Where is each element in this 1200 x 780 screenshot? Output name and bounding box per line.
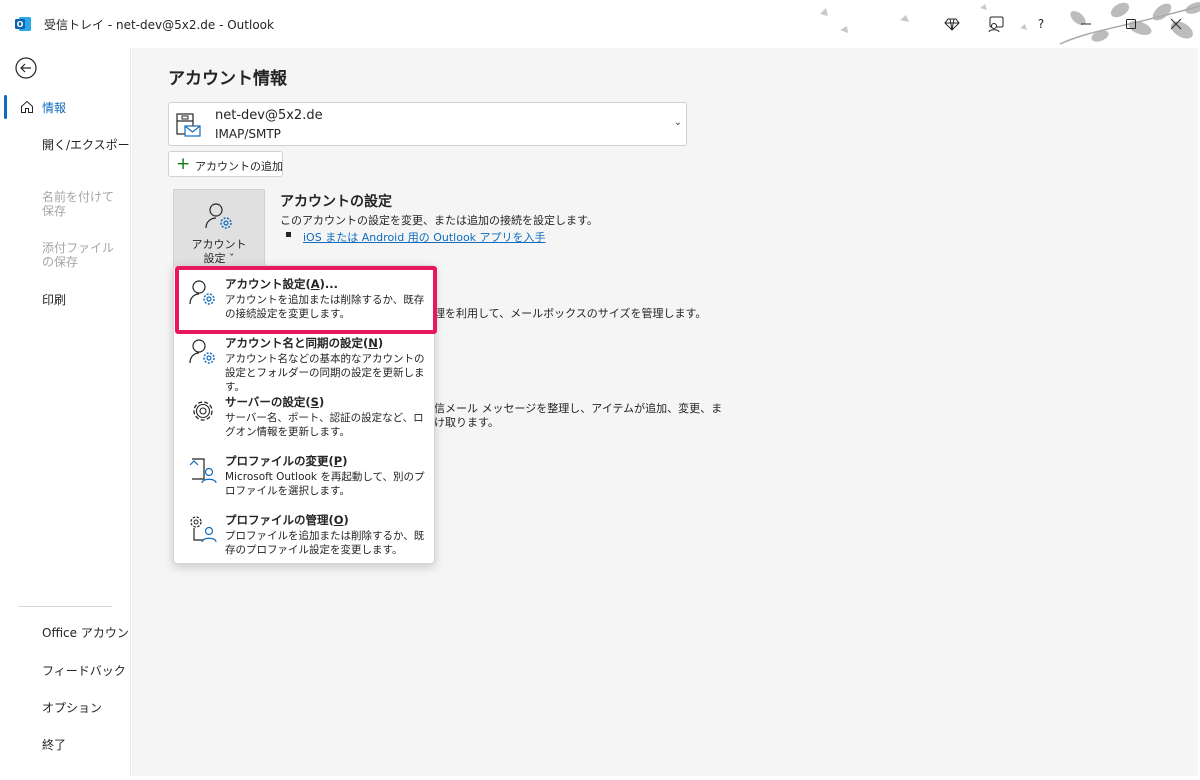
sidebar-item-info[interactable]: 情報 <box>0 89 131 125</box>
svg-text:O: O <box>17 20 24 29</box>
sidebar-item-save-as[interactable]: 名前を付けて保存 <box>0 186 131 222</box>
section-description: このアカウントの設定を変更、または追加の接続を設定します。 <box>280 214 598 227</box>
chevron-down-icon: ⌄ <box>673 117 682 128</box>
page-title: アカウント情報 <box>168 69 287 89</box>
account-settings-label-line1: アカウント <box>191 238 247 251</box>
sidebar-item-label: オプション <box>42 700 103 715</box>
menu-item-description: アカウント名などの基本的なアカウントの設定とフォルダーの同期の設定を更新します。 <box>225 353 425 393</box>
sidebar-item-label: 印刷 <box>42 292 67 307</box>
back-arrow-icon[interactable] <box>14 56 38 80</box>
change-profile-icon <box>189 458 217 484</box>
sidebar-item-feedback[interactable]: フィードバック <box>0 652 131 688</box>
sidebar-item-label: Office アカウント <box>42 625 141 640</box>
plus-icon: + <box>176 154 191 174</box>
menu-item-description: Microsoft Outlook を再起動して、別のプロファイルを選択します。 <box>225 471 425 497</box>
sidebar-item-label: 情報 <box>42 100 67 115</box>
highlight-box <box>175 266 437 334</box>
menu-item-description: プロファイルを追加または削除するか、既存のプロファイル設定を変更します。 <box>225 530 425 556</box>
mail-account-icon <box>176 113 201 137</box>
sidebar-item-open-export[interactable]: 開く/エクスポート <box>0 126 142 162</box>
sidebar-item-label: 名前を付けて保存 <box>42 190 115 218</box>
menu-item-title: プロファイルの変更(P) <box>225 454 348 468</box>
rules-alerts-text-2: け取ります。 <box>434 416 499 429</box>
account-email: net-dev@5x2.de <box>215 108 323 123</box>
menu-item-change-profile[interactable]: プロファイルの変更(P) Microsoft Outlook を再起動して、別の… <box>174 449 436 507</box>
add-account-button[interactable]: + アカウントの追加 <box>168 151 283 177</box>
account-selector[interactable]: net-dev@5x2.de IMAP/SMTP ⌄ <box>168 102 687 146</box>
sidebar-item-office-account[interactable]: Office アカウント <box>0 614 141 650</box>
window-title: 受信トレイ - net-dev@5x2.de - Outlook <box>44 18 274 32</box>
sidebar-item-options[interactable]: オプション <box>0 689 131 725</box>
feedback-person-icon[interactable] <box>982 10 1010 38</box>
diamond-icon[interactable] <box>938 10 966 38</box>
sidebar-item-print[interactable]: 印刷 <box>0 281 131 317</box>
account-type: IMAP/SMTP <box>215 127 281 141</box>
outlook-app-link[interactable]: iOS または Android 用の Outlook アプリを入手 <box>303 229 546 245</box>
sidebar-item-label: 開く/エクスポート <box>42 137 142 152</box>
menu-item-name-sync-settings[interactable]: アカウント名と同期の設定(N) アカウント名などの基本的なアカウントの設定とフォ… <box>174 331 436 393</box>
sidebar-divider <box>18 606 112 607</box>
title-bar: O 受信トレイ - net-dev@5x2.de - Outlook ? <box>0 0 1200 48</box>
menu-item-title: プロファイルの管理(O) <box>225 513 349 527</box>
menu-item-manage-profiles[interactable]: プロファイルの管理(O) プロファイルを追加または削除するか、既存のプロファイル… <box>174 508 436 566</box>
manage-profiles-icon <box>190 516 217 543</box>
add-account-label: アカウントの追加 <box>195 160 283 173</box>
sidebar-item-label: 添付ファイルの保存 <box>42 241 115 269</box>
sidebar-item-save-attachments[interactable]: 添付ファイルの保存 <box>0 237 131 273</box>
menu-item-server-settings[interactable]: サーバーの設定(S) サーバー名、ポート、認証の設定など、ログオン情報を更新しま… <box>174 390 436 448</box>
maximize-icon[interactable] <box>1117 10 1145 38</box>
close-icon[interactable] <box>1162 10 1190 38</box>
account-settings-label-line2: 設定 ˇ <box>203 252 235 265</box>
help-icon[interactable]: ? <box>1027 10 1055 38</box>
outlook-app-icon: O <box>15 17 31 31</box>
account-sync-icon <box>189 339 215 364</box>
home-icon <box>21 100 33 113</box>
sidebar-item-exit[interactable]: 終了 <box>0 726 131 762</box>
account-settings-button-label: アカウント 設定 ˇ <box>174 238 264 266</box>
menu-item-title: サーバーの設定(S) <box>225 395 325 409</box>
section-title: アカウントの設定 <box>280 194 392 210</box>
menu-item-title: アカウント名と同期の設定(N) <box>225 336 384 350</box>
account-settings-icon <box>205 203 232 229</box>
sidebar-item-label: 終了 <box>42 737 67 752</box>
backstage-sidebar: 情報 開く/エクスポート 名前を付けて保存 添付ファイルの保存 印刷 Offic… <box>0 48 142 776</box>
mailbox-settings-text: 理を利用して、メールボックスのサイズを管理します。 <box>434 307 707 320</box>
menu-item-description: サーバー名、ポート、認証の設定など、ログオン情報を更新します。 <box>225 412 424 438</box>
sidebar-item-label: フィードバック <box>42 663 126 678</box>
bullet-icon <box>286 232 291 237</box>
gear-icon <box>193 401 213 421</box>
minimize-icon[interactable] <box>1072 10 1100 38</box>
